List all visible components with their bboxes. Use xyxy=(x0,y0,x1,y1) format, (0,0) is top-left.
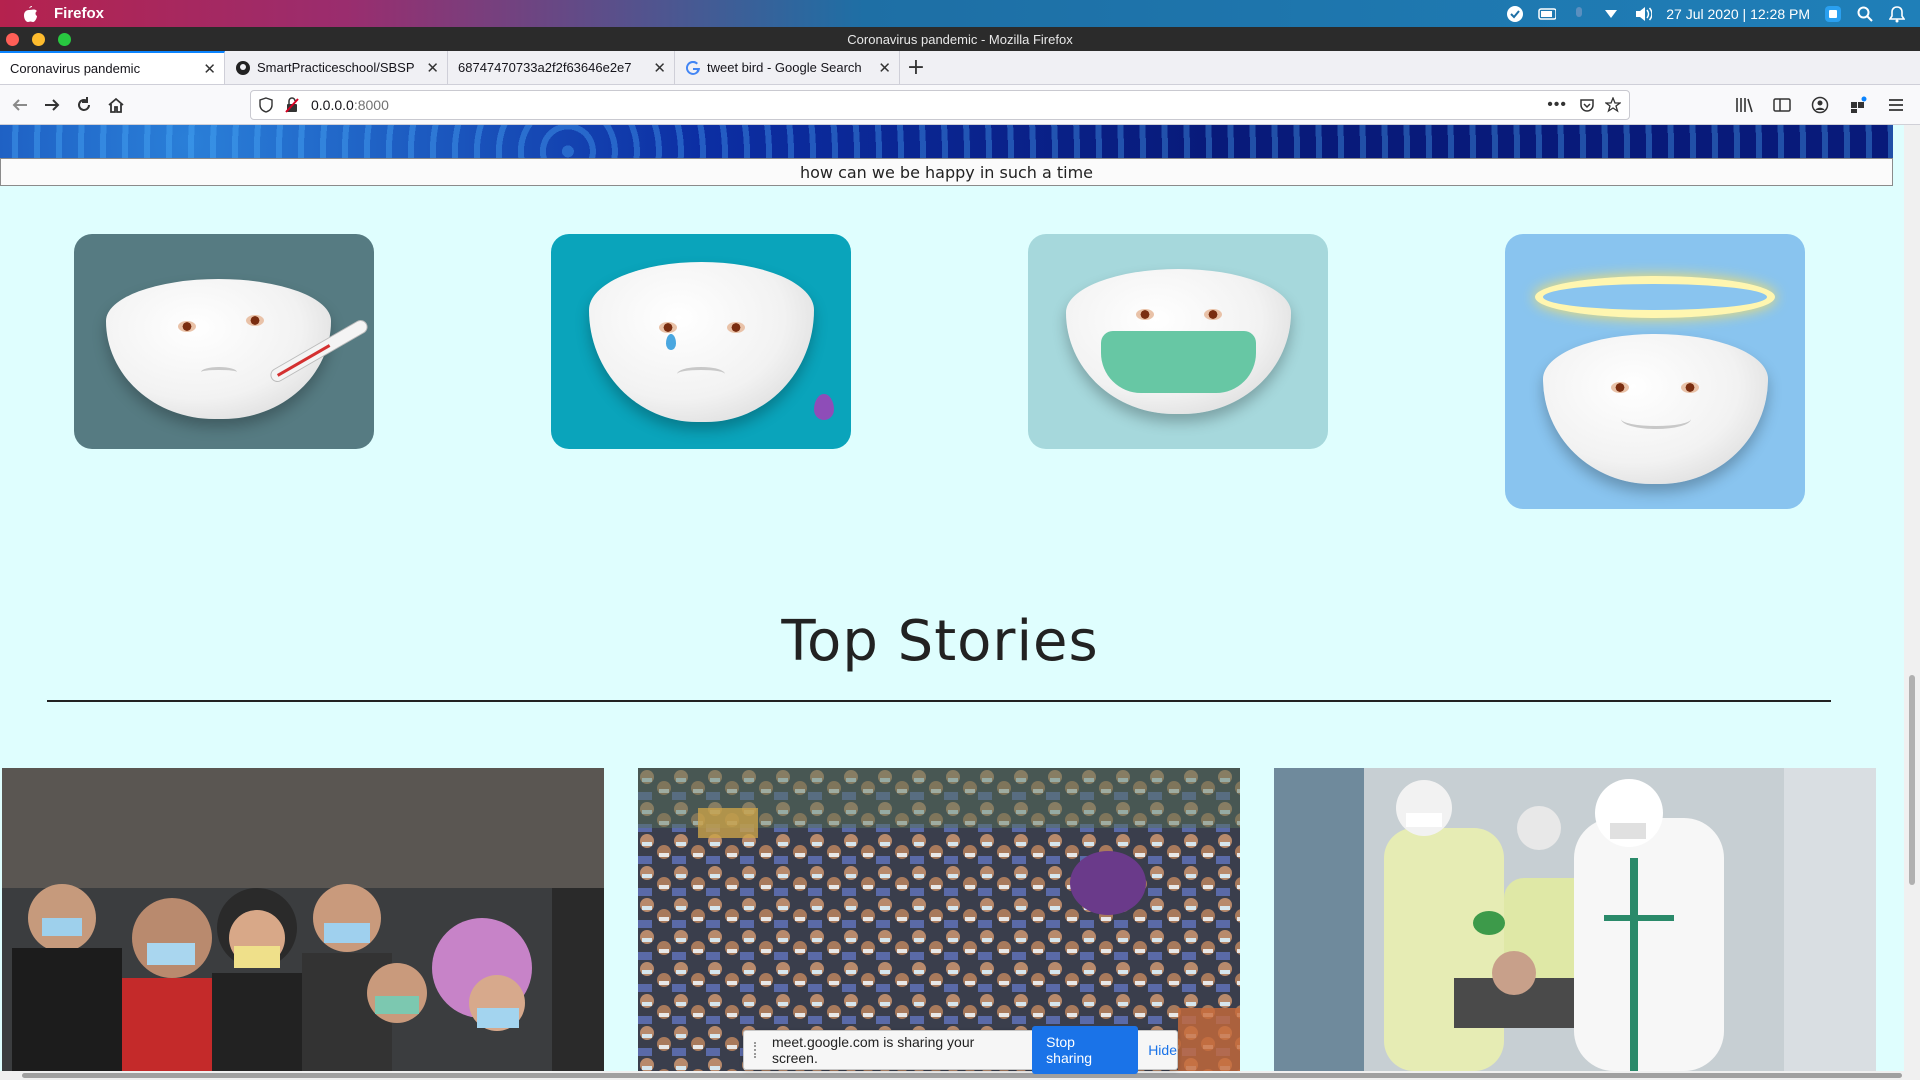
close-tab-icon[interactable]: ✕ xyxy=(426,59,439,77)
story-card-dense-crowd[interactable] xyxy=(638,768,1240,1071)
close-tab-icon[interactable]: ✕ xyxy=(203,60,216,78)
hamburger-menu-icon[interactable] xyxy=(1880,89,1912,121)
insecure-lock-icon[interactable] xyxy=(285,97,301,113)
close-tab-icon[interactable]: ✕ xyxy=(653,59,666,77)
story-card-crowd-masks[interactable] xyxy=(2,768,604,1071)
sick-bowl-image xyxy=(106,279,331,419)
github-icon xyxy=(235,60,251,76)
sharing-message: meet.google.com is sharing your screen. xyxy=(771,1034,975,1066)
horizontal-scrollbar[interactable] xyxy=(0,1071,1920,1080)
tab-coronavirus-pandemic[interactable]: Coronavirus pandemic ✕ xyxy=(0,51,225,84)
masked-bowl-image xyxy=(1066,269,1291,414)
extensions-icon[interactable] xyxy=(1842,89,1874,121)
face-mask-icon xyxy=(1101,331,1256,393)
url-port: :8000 xyxy=(353,97,389,113)
hide-button[interactable]: Hide xyxy=(1148,1042,1177,1058)
emotion-card-crying[interactable] xyxy=(551,234,851,449)
minimize-window-button[interactable] xyxy=(32,33,45,46)
emotion-card-sick[interactable] xyxy=(74,234,374,449)
clock[interactable]: 27 Jul 2020 | 12:28 PM xyxy=(1666,6,1810,22)
address-bar[interactable]: 0.0.0.0:8000 ••• xyxy=(250,90,1630,120)
stop-sharing-button[interactable]: Stop sharing xyxy=(1032,1026,1139,1074)
battery-icon[interactable] xyxy=(1538,5,1557,23)
window-title-bar: Coronavirus pandemic - Mozilla Firefox xyxy=(0,27,1920,51)
hero-banner-image xyxy=(0,125,1893,158)
tab-image-url[interactable]: 68747470733a2f2f63646e2e7 ✕ xyxy=(448,51,675,84)
horizontal-scroll-thumb[interactable] xyxy=(22,1073,1902,1078)
tab-github[interactable]: SmartPracticeschool/SBSP ✕ xyxy=(225,51,448,84)
url-host: 0.0.0.0 xyxy=(311,97,354,113)
tab-strip: Coronavirus pandemic ✕ SmartPracticescho… xyxy=(0,51,1920,85)
tab-google-search[interactable]: tweet bird - Google Search ✕ xyxy=(675,51,900,84)
wifi-dropdown-icon[interactable] xyxy=(1602,5,1620,23)
screen-sharing-bar: meet.google.com is sharing your screen. … xyxy=(743,1026,1178,1074)
medical-workers-image xyxy=(1274,768,1876,1071)
search-icon[interactable] xyxy=(1856,5,1874,23)
notification-app-icon[interactable] xyxy=(1824,5,1842,23)
page-actions-icon[interactable]: ••• xyxy=(1547,96,1567,114)
section-divider xyxy=(47,700,1831,702)
tab-label: tweet bird - Google Search xyxy=(707,60,862,75)
shield-icon[interactable] xyxy=(259,97,275,113)
reload-button[interactable] xyxy=(68,89,100,121)
close-tab-icon[interactable]: ✕ xyxy=(878,59,891,77)
os-menu-bar: Firefox 27 Jul 2020 | 12:28 PM xyxy=(0,0,1920,27)
tab-label: Coronavirus pandemic xyxy=(10,61,141,76)
account-icon[interactable] xyxy=(1804,89,1836,121)
crying-bowl-image xyxy=(589,262,814,422)
apple-icon[interactable] xyxy=(18,3,40,25)
vertical-scroll-thumb[interactable] xyxy=(1909,675,1915,885)
tab-label: 68747470733a2f2f63646e2e7 xyxy=(458,60,632,75)
volume-icon[interactable] xyxy=(1634,5,1653,23)
hero-caption: how can we be happy in such a time xyxy=(0,158,1893,186)
bookmark-star-icon[interactable] xyxy=(1605,97,1621,113)
url-text[interactable]: 0.0.0.0:8000 xyxy=(311,97,389,113)
home-button[interactable] xyxy=(100,89,132,121)
navigation-toolbar: 0.0.0.0:8000 ••• xyxy=(0,85,1920,125)
drop-icon xyxy=(814,394,834,420)
angel-bowl-image xyxy=(1543,334,1768,484)
section-title: Top Stories xyxy=(781,609,1099,674)
microphone-icon[interactable] xyxy=(1570,5,1588,23)
google-icon xyxy=(685,60,701,76)
caption-text: how can we be happy in such a time xyxy=(799,162,1094,182)
sidebar-icon[interactable] xyxy=(1766,89,1798,121)
emotion-card-angel[interactable] xyxy=(1505,234,1805,509)
dense-crowd-image xyxy=(638,768,1240,1071)
back-button[interactable] xyxy=(4,89,36,121)
check-circle-icon[interactable] xyxy=(1506,5,1524,23)
crowd-with-masks-image xyxy=(2,768,604,1071)
window-title: Coronavirus pandemic - Mozilla Firefox xyxy=(847,31,1073,47)
close-window-button[interactable] xyxy=(6,33,19,46)
drag-handle-icon[interactable] xyxy=(754,1042,764,1058)
pocket-icon[interactable] xyxy=(1579,97,1595,113)
tear-icon xyxy=(666,334,676,350)
library-icon[interactable] xyxy=(1728,89,1760,121)
emotion-card-masked[interactable] xyxy=(1028,234,1328,449)
app-name[interactable]: Firefox xyxy=(54,5,104,22)
new-tab-button[interactable]: + xyxy=(900,51,932,84)
bell-icon[interactable] xyxy=(1888,5,1906,23)
status-area: 27 Jul 2020 | 12:28 PM xyxy=(1506,0,1906,27)
story-card-medical-workers[interactable] xyxy=(1274,768,1876,1071)
maximize-window-button[interactable] xyxy=(58,33,71,46)
tab-label: SmartPracticeschool/SBSP xyxy=(257,60,415,75)
halo-icon xyxy=(1535,276,1775,318)
page-viewport: how can we be happy in such a time Top S… xyxy=(0,125,1904,1071)
forward-button[interactable] xyxy=(36,89,68,121)
vertical-scrollbar[interactable] xyxy=(1904,125,1920,1071)
